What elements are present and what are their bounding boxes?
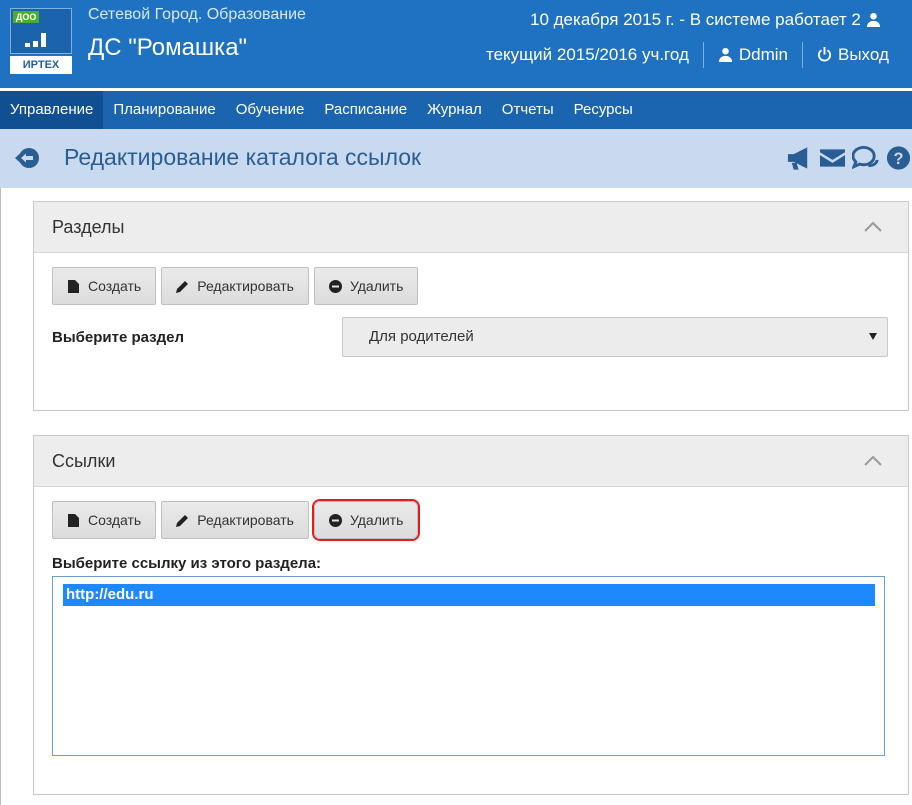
power-icon <box>817 47 832 62</box>
minus-circle-icon <box>328 513 342 527</box>
link-list-label: Выберите ссылку из этого раздела: <box>52 555 322 572</box>
link-edit-button[interactable]: Редактировать <box>161 501 309 539</box>
logout-link[interactable]: Выход <box>817 45 889 65</box>
logo-tag: ДОО <box>13 11 40 23</box>
app-header: ДОО ИРТЕХ Сетевой Город. Образование ДС … <box>0 0 912 88</box>
caret-down-icon <box>869 333 877 340</box>
chat-icon[interactable] <box>852 145 879 171</box>
user-link[interactable]: Ddmin <box>718 45 788 65</box>
logo-mark: ДОО <box>10 8 72 54</box>
nav-item-planning[interactable]: Планирование <box>103 91 225 129</box>
sections-toolbar: Создать Редактировать Удалить <box>52 267 419 305</box>
links-toolbar: Создать Редактировать Удалить <box>52 501 419 539</box>
nav-item-reports[interactable]: Отчеты <box>492 91 564 129</box>
logout-label: Выход <box>838 45 889 64</box>
file-icon <box>68 279 79 293</box>
links-panel-header[interactable]: Ссылки <box>34 436 908 487</box>
school-name: ДС "Ромашка" <box>88 34 248 61</box>
button-label: Создать <box>88 512 142 528</box>
user-name: Ddmin <box>738 45 788 64</box>
date-status-line: 10 декабря 2015 г. - В системе работает … <box>530 10 887 30</box>
section-select-value: Для родителей <box>369 328 474 345</box>
chevron-up-icon[interactable] <box>864 220 882 232</box>
button-label: Удалить <box>349 512 404 528</box>
logo-brand: ИРТЕХ <box>10 56 72 74</box>
link-delete-button[interactable]: Удалить <box>313 501 419 539</box>
school-year: текущий 2015/2016 уч.год <box>486 45 689 64</box>
section-select-label: Выберите раздел <box>52 329 185 346</box>
file-icon <box>68 513 79 527</box>
links-panel-title: Ссылки <box>52 451 116 471</box>
back-arrow-icon[interactable] <box>14 147 40 169</box>
system-name: Сетевой Город. Образование <box>88 6 306 23</box>
divider <box>702 42 704 68</box>
users-online-icon[interactable] <box>866 12 881 27</box>
button-label: Удалить <box>349 278 404 294</box>
section-edit-button[interactable]: Редактировать <box>161 267 309 305</box>
section-create-button[interactable]: Создать <box>52 267 157 305</box>
help-icon[interactable]: ? <box>885 145 912 171</box>
button-label: Редактировать <box>197 278 294 294</box>
section-delete-button[interactable]: Удалить <box>313 267 419 305</box>
sections-panel-header[interactable]: Разделы <box>34 202 908 253</box>
nav-item-resources[interactable]: Ресурсы <box>564 91 643 129</box>
svg-text:?: ? <box>893 150 903 168</box>
sections-panel: Разделы Создать Редактировать Удалить Вы… <box>33 201 909 411</box>
chevron-up-icon[interactable] <box>864 454 882 466</box>
divider <box>802 42 803 68</box>
nav-item-schedule[interactable]: Расписание <box>314 91 417 129</box>
nav-item-management[interactable]: Управление <box>0 91 104 129</box>
year-user-line: текущий 2015/2016 уч.год Ddmin Выход <box>486 42 889 68</box>
pencil-icon <box>176 280 189 293</box>
sections-panel-title: Разделы <box>52 217 125 237</box>
links-panel: Ссылки Создать Редактировать Удалить Выб… <box>33 435 909 795</box>
content-frame-border <box>0 188 1 805</box>
link-listbox[interactable]: http://edu.ru <box>52 576 885 756</box>
nav-item-journal[interactable]: Журнал <box>417 91 492 129</box>
minus-circle-icon <box>328 279 342 293</box>
nav-item-education[interactable]: Обучение <box>226 91 315 129</box>
mail-icon[interactable] <box>819 145 846 171</box>
date-status-text: 10 декабря 2015 г. - В системе работает … <box>530 10 861 29</box>
user-icon <box>718 47 732 62</box>
megaphone-icon[interactable] <box>786 145 813 171</box>
app-logo[interactable]: ДОО ИРТЕХ <box>10 8 72 74</box>
section-select[interactable]: Для родителей <box>342 317 888 357</box>
list-item[interactable]: http://edu.ru <box>63 584 875 606</box>
button-label: Создать <box>88 278 142 294</box>
pencil-icon <box>176 514 189 527</box>
page-title: Редактирование каталога ссылок <box>64 144 422 170</box>
main-nav: Управление Планирование Обучение Расписа… <box>0 91 912 129</box>
titlebar-actions: ? <box>786 145 912 171</box>
page-titlebar: Редактирование каталога ссылок ? <box>0 129 912 188</box>
link-create-button[interactable]: Создать <box>52 501 157 539</box>
button-label: Редактировать <box>197 512 294 528</box>
